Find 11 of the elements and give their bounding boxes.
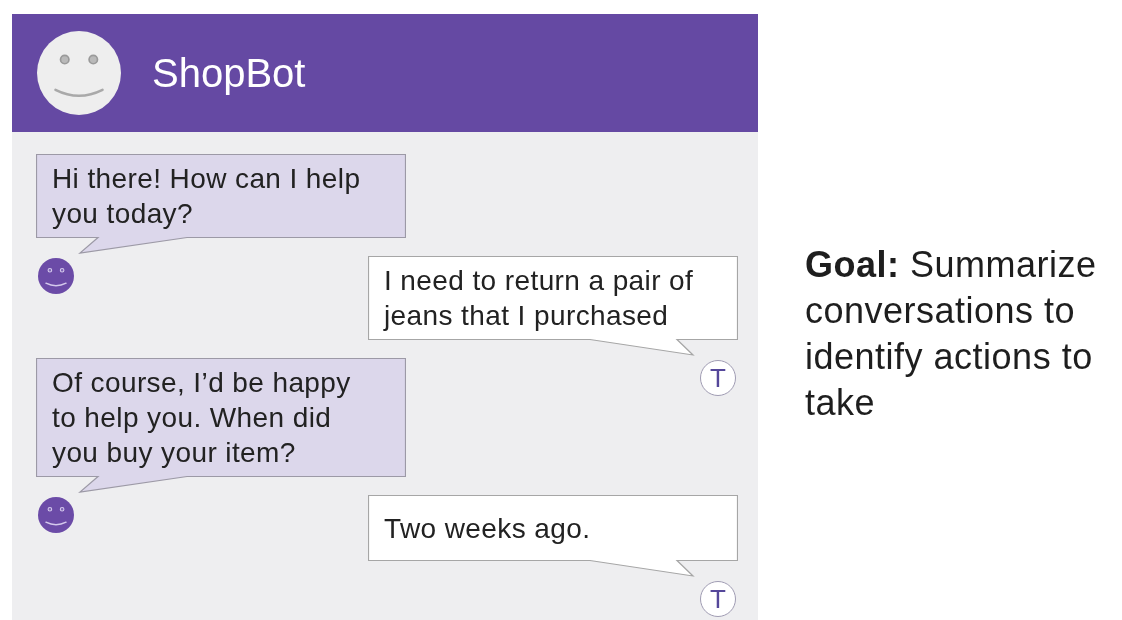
smiley-avatar-icon: [37, 31, 121, 115]
bot-name: ShopBot: [152, 50, 306, 97]
message-text: I need to return a pair of jeans that I purchased: [384, 264, 695, 333]
message-text: Of course, I’d be happy to help you. When did you buy your item?: [52, 366, 352, 470]
smiley-avatar-icon: [38, 497, 74, 533]
message-text: Two weeks ago.: [384, 511, 592, 546]
goal-text: Goal: Summarize conversations to identify actions to take: [805, 243, 1098, 425]
letter-avatar: T: [700, 360, 736, 396]
message-text: Hi there! How can I help you today?: [52, 162, 362, 231]
letter-avatar: T: [700, 581, 736, 617]
smiley-avatar-icon: [38, 258, 74, 294]
